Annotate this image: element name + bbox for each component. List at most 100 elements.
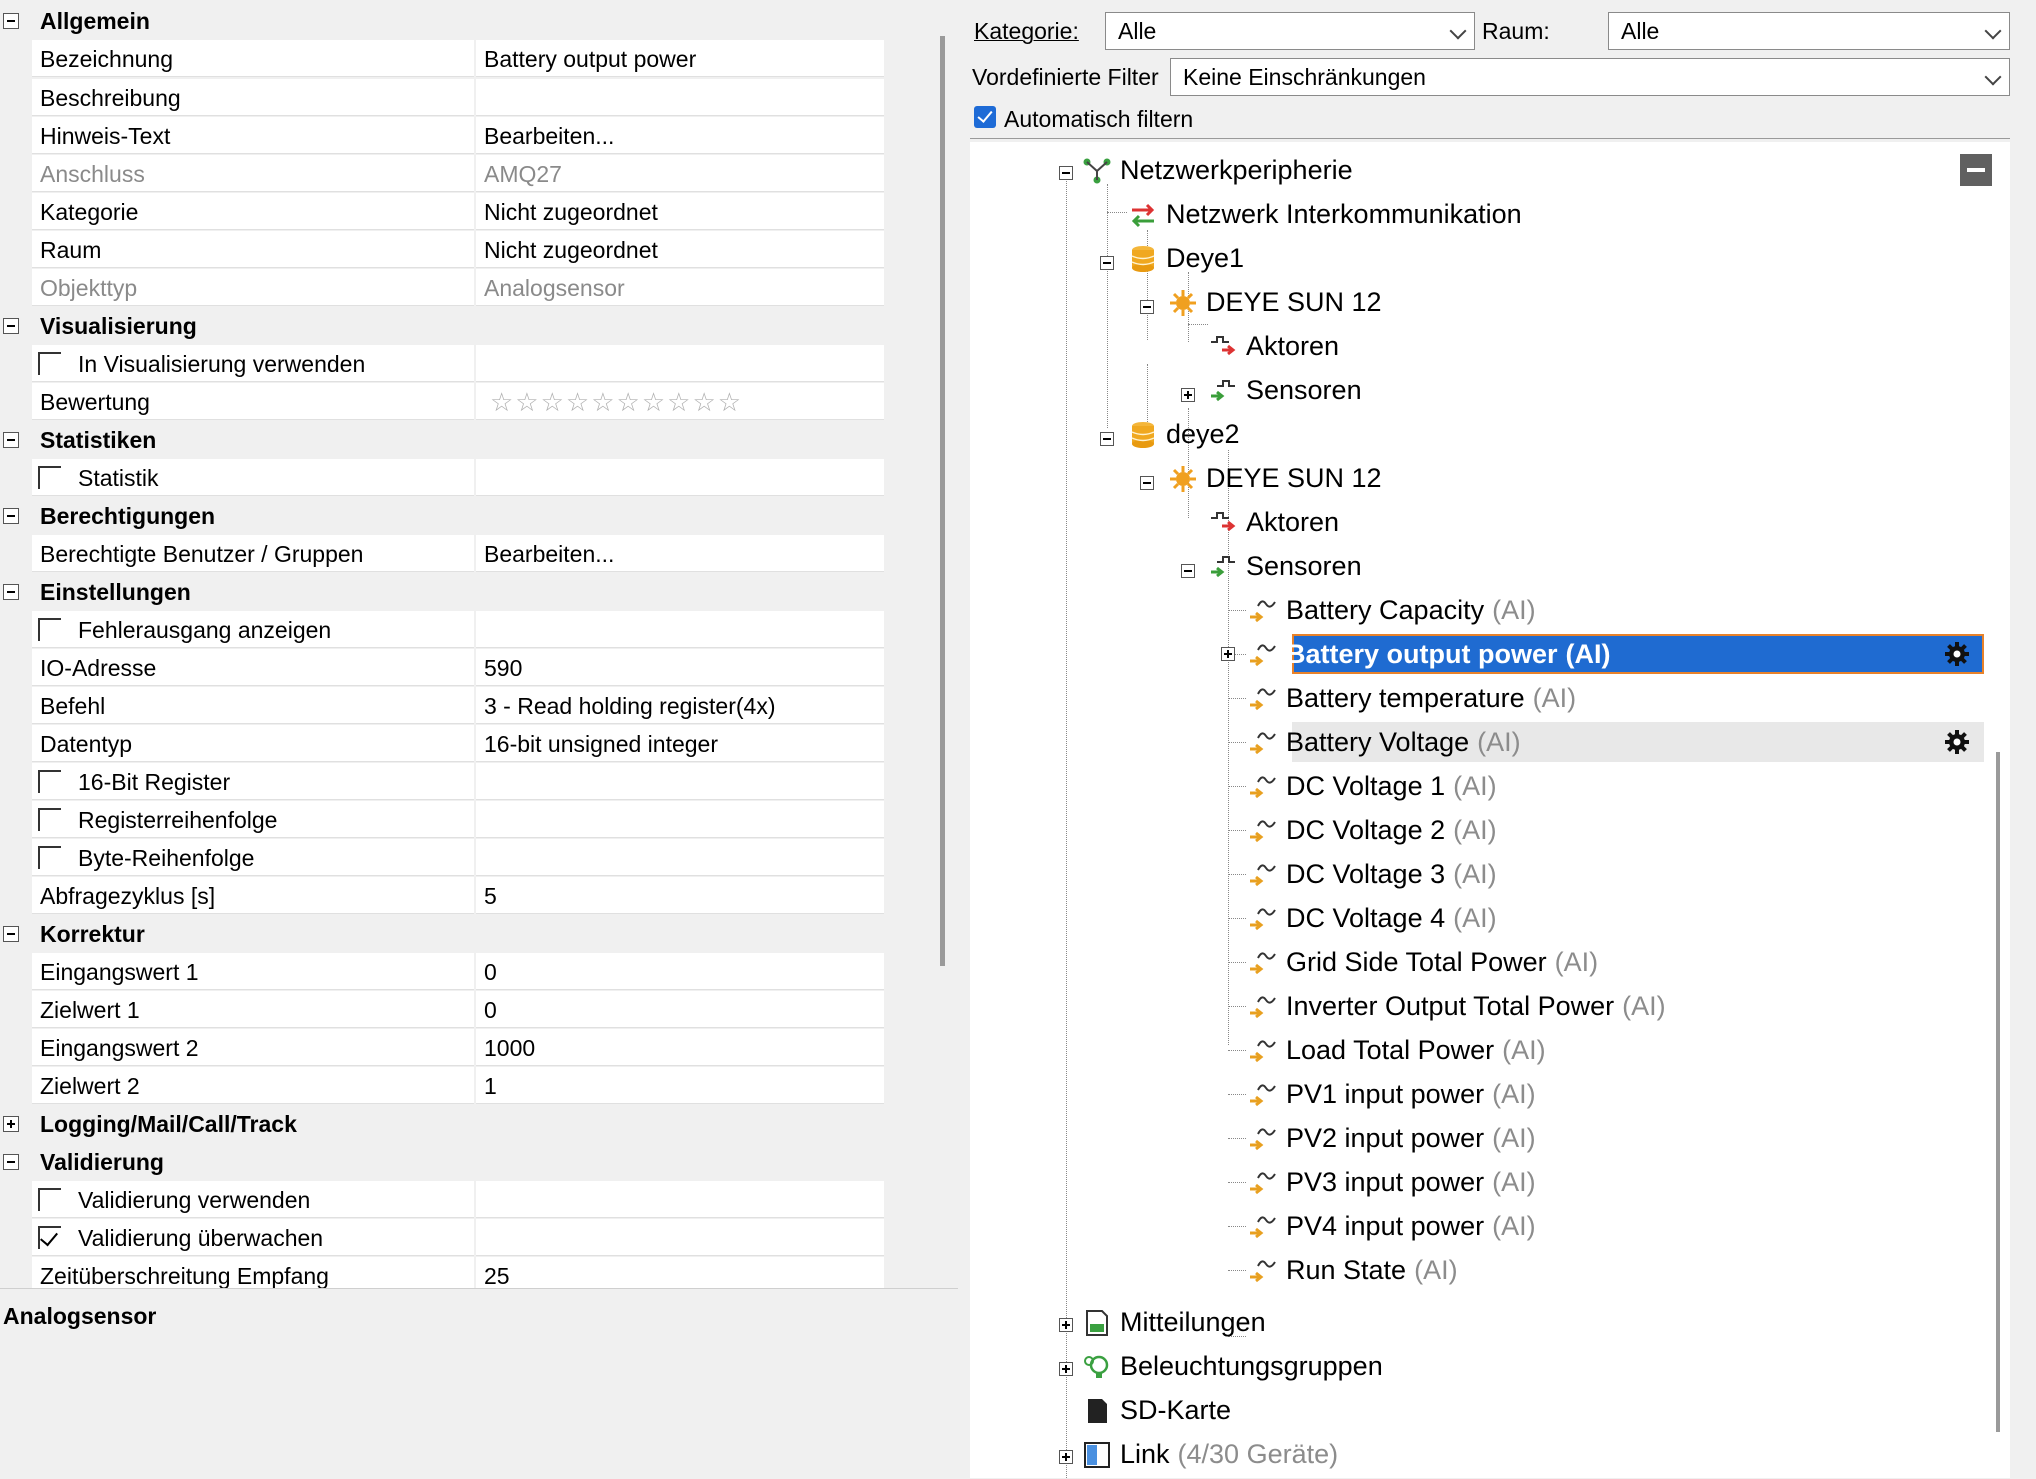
vordefiniert-select[interactable]: Keine Einschränkungen <box>1170 58 2010 96</box>
registerreihenfolge-checkbox[interactable] <box>38 808 61 831</box>
section-visualisierung[interactable]: Visualisierung <box>0 307 884 345</box>
auto-filter-label: Automatisch filtern <box>1004 106 1194 132</box>
analog-sensor-icon <box>1250 644 1276 667</box>
prop-row-datentyp[interactable]: Datentyp 16-bit unsigned integer <box>0 725 884 763</box>
panel-splitter[interactable] <box>958 0 970 1478</box>
gear-icon[interactable] <box>1944 641 1970 667</box>
prop-row-validierung-ueberwachen[interactable]: Validierung überwachen <box>0 1219 884 1257</box>
prop-value[interactable]: Nicht zugeordnet <box>476 193 884 230</box>
collapse-icon[interactable] <box>1059 166 1073 180</box>
tree-label: Sensoren <box>1246 375 1362 405</box>
section-validierung[interactable]: Validierung <box>0 1143 884 1181</box>
prop-row-registerreihenfolge[interactable]: Registerreihenfolge <box>0 801 884 839</box>
16bit-checkbox[interactable] <box>38 770 61 793</box>
collapse-icon[interactable] <box>1181 564 1195 578</box>
collapse-icon[interactable] <box>3 13 19 29</box>
expand-icon[interactable] <box>3 1116 19 1132</box>
analog-sensor-icon <box>1250 688 1276 711</box>
prop-row-statistik[interactable]: Statistik <box>0 459 884 497</box>
prop-value[interactable]: 1 <box>476 1067 884 1104</box>
prop-row-raum[interactable]: Raum Nicht zugeordnet <box>0 231 884 269</box>
collapse-all-button[interactable] <box>1960 154 1992 186</box>
statistik-checkbox[interactable] <box>38 466 61 489</box>
prop-row-berechtigte[interactable]: Berechtigte Benutzer / Gruppen Bearbeite… <box>0 535 884 573</box>
prop-row-validierung-verwenden[interactable]: Validierung verwenden <box>0 1181 884 1219</box>
collapse-icon[interactable] <box>1100 256 1114 270</box>
auto-filter-checkbox[interactable] <box>974 106 996 128</box>
prop-value[interactable] <box>476 79 884 116</box>
prop-row-16bit[interactable]: 16-Bit Register <box>0 763 884 801</box>
kategorie-select[interactable]: Alle <box>1105 12 1475 50</box>
collapse-icon[interactable] <box>1140 300 1154 314</box>
prop-value[interactable]: 0 <box>476 991 884 1028</box>
prop-value[interactable]: Bearbeiten... <box>476 535 884 572</box>
prop-row-fehlerausgang[interactable]: Fehlerausgang anzeigen <box>0 611 884 649</box>
checkbox-label: 16-Bit Register <box>78 769 231 795</box>
prop-row-byte-reihenfolge[interactable]: Byte-Reihenfolge <box>0 839 884 877</box>
section-label: Allgemein <box>40 8 150 34</box>
expand-icon[interactable] <box>1059 1362 1073 1376</box>
collapse-icon[interactable] <box>3 508 19 524</box>
tree-label: DC Voltage 2 (AI) <box>1286 815 1497 845</box>
prop-row-beschreibung[interactable]: Beschreibung <box>0 79 884 117</box>
prop-row-eingangswert1[interactable]: Eingangswert 1 0 <box>0 953 884 991</box>
section-allgemein[interactable]: Allgemein <box>0 2 884 40</box>
in-vis-checkbox[interactable] <box>38 352 61 375</box>
prop-value[interactable]: 0 <box>476 953 884 990</box>
gear-icon[interactable] <box>1944 729 1970 755</box>
prop-row-zeitueberschreitung[interactable]: Zeitüberschreitung Empfang 25 <box>0 1257 884 1288</box>
prop-row-zielwert1[interactable]: Zielwert 1 0 <box>0 991 884 1029</box>
prop-row-bezeichnung[interactable]: Bezeichnung Battery output power <box>0 40 884 78</box>
expand-icon[interactable] <box>1221 647 1235 661</box>
prop-row-hinweis[interactable]: Hinweis-Text Bearbeiten... <box>0 117 884 155</box>
section-korrektur[interactable]: Korrektur <box>0 915 884 953</box>
collapse-icon[interactable] <box>3 318 19 334</box>
prop-row-kategorie[interactable]: Kategorie Nicht zugeordnet <box>0 193 884 231</box>
prop-value[interactable]: 590 <box>476 649 884 686</box>
collapse-icon[interactable] <box>1100 432 1114 446</box>
collapse-icon[interactable] <box>3 584 19 600</box>
prop-row-bewertung[interactable]: Bewertung ☆☆☆☆☆☆☆☆☆☆ <box>0 383 884 421</box>
expand-icon[interactable] <box>1059 1450 1073 1464</box>
collapse-icon[interactable] <box>1140 476 1154 490</box>
prop-name: Beschreibung <box>32 79 474 116</box>
section-logging[interactable]: Logging/Mail/Call/Track <box>0 1105 884 1143</box>
section-einstellungen[interactable]: Einstellungen <box>0 573 884 611</box>
prop-value[interactable]: Nicht zugeordnet <box>476 231 884 268</box>
tree-line <box>1066 172 1067 1478</box>
scrollbar-thumb[interactable] <box>940 36 945 966</box>
prop-value[interactable]: 16-bit unsigned integer <box>476 725 884 762</box>
expand-icon[interactable] <box>1181 388 1195 402</box>
prop-value <box>476 611 884 648</box>
prop-value[interactable]: Battery output power <box>476 40 884 77</box>
prop-row-in-vis[interactable]: In Visualisierung verwenden <box>0 345 884 383</box>
collapse-icon[interactable] <box>3 926 19 942</box>
prop-value: Analogsensor <box>476 269 884 306</box>
prop-row-zielwert2[interactable]: Zielwert 2 1 <box>0 1067 884 1105</box>
prop-value[interactable]: 1000 <box>476 1029 884 1066</box>
device-tree[interactable]: Netzwerkperipherie Netzwerk Interkommuni… <box>970 142 2010 1478</box>
property-scrollbar[interactable] <box>930 0 958 1288</box>
prop-row-io-adresse[interactable]: IO-Adresse 590 <box>0 649 884 687</box>
prop-value[interactable]: Bearbeiten... <box>476 117 884 154</box>
tree-scrollbar-thumb[interactable] <box>1996 752 2000 1432</box>
byte-reihenfolge-checkbox[interactable] <box>38 846 61 869</box>
prop-row-befehl[interactable]: Befehl 3 - Read holding register(4x) <box>0 687 884 725</box>
prop-value[interactable]: 25 <box>476 1257 884 1288</box>
prop-value[interactable]: 3 - Read holding register(4x) <box>476 687 884 724</box>
section-statistiken[interactable]: Statistiken <box>0 421 884 459</box>
validierung-ueberwachen-checkbox[interactable] <box>38 1226 61 1249</box>
prop-row-eingangswert2[interactable]: Eingangswert 2 1000 <box>0 1029 884 1067</box>
fehlerausgang-checkbox[interactable] <box>38 618 61 641</box>
rating-stars[interactable]: ☆☆☆☆☆☆☆☆☆☆ <box>490 387 743 418</box>
prop-row-abfragezyklus[interactable]: Abfragezyklus [s] 5 <box>0 877 884 915</box>
tree-line <box>1188 324 1208 325</box>
collapse-icon[interactable] <box>3 1154 19 1170</box>
expand-icon[interactable] <box>1059 1318 1073 1332</box>
raum-select[interactable]: Alle <box>1608 12 2010 50</box>
validierung-verwenden-checkbox[interactable] <box>38 1188 61 1211</box>
section-berechtigungen[interactable]: Berechtigungen <box>0 497 884 535</box>
prop-value[interactable]: 5 <box>476 877 884 914</box>
prop-row-anschluss: Anschluss AMQ27 <box>0 155 884 193</box>
collapse-icon[interactable] <box>3 432 19 448</box>
